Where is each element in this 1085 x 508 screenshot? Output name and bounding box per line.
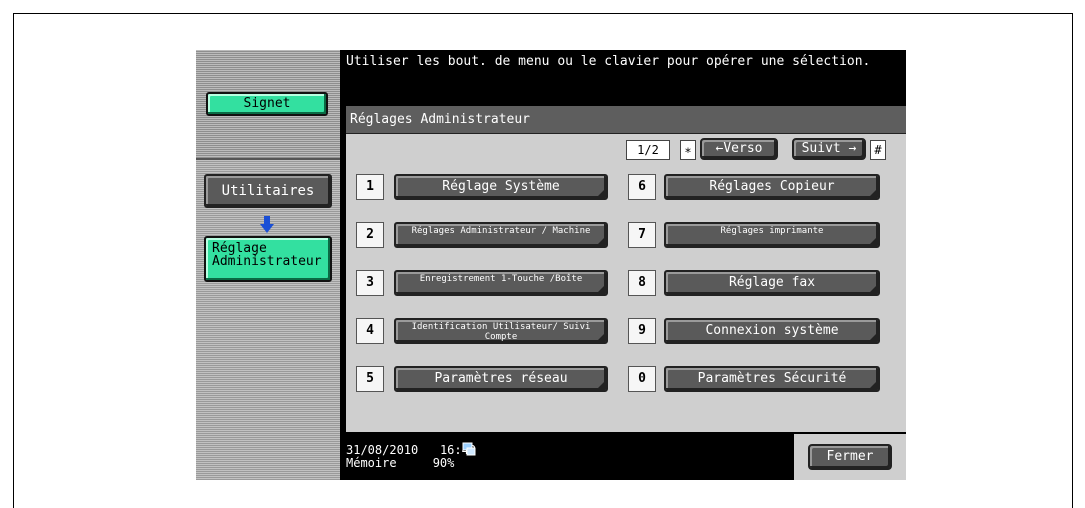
corner-mark xyxy=(597,237,605,245)
memory-value: 90% xyxy=(432,456,455,470)
menu-row: 7 Réglages imprimante xyxy=(628,222,884,248)
control-panel-screen: Signet Utilitaires Réglage Administrateu… xyxy=(196,50,906,480)
menu-label: Réglages imprimante xyxy=(720,226,824,236)
corner-mark xyxy=(869,237,877,245)
admin-settings-panel: Réglages Administrateur 1/2 ∗ ←Verso Sui… xyxy=(346,106,906,432)
corner-mark xyxy=(869,285,877,293)
menu-number: 2 xyxy=(356,222,384,248)
footer-area: Fermer xyxy=(794,434,906,480)
arrow-down-icon xyxy=(260,216,274,233)
menu-row: 3 Enregistrement 1-Touche /Boîte xyxy=(356,270,614,296)
star-key: ∗ xyxy=(680,140,696,160)
reglages-copieur-button[interactable]: Réglages Copieur xyxy=(664,174,880,200)
reglage-administrateur-button[interactable]: Réglage Administrateur xyxy=(204,236,332,282)
panel-body: 1/2 ∗ ←Verso Suivt → # 1 Réglage Système… xyxy=(346,134,906,432)
corner-mark xyxy=(597,285,605,293)
menu-label: Réglage Système xyxy=(442,179,560,194)
menu-label: Paramètres Sécurité xyxy=(697,371,847,386)
menu-number: 3 xyxy=(356,270,384,296)
parametres-reseau-button[interactable]: Paramètres réseau xyxy=(394,366,608,392)
menu-number: 0 xyxy=(628,366,656,392)
connexion-systeme-button[interactable]: Connexion système xyxy=(664,318,880,344)
menu-number: 7 xyxy=(628,222,656,248)
next-page-button[interactable]: Suivt → xyxy=(792,138,866,160)
fermer-button[interactable]: Fermer xyxy=(808,444,892,470)
network-icon xyxy=(462,442,476,456)
corner-mark xyxy=(869,189,877,197)
prev-page-button[interactable]: ←Verso xyxy=(700,138,778,160)
signet-button[interactable]: Signet xyxy=(206,92,328,116)
menu-row: 9 Connexion système xyxy=(628,318,884,344)
menu-number: 5 xyxy=(356,366,384,392)
menu-label: Enregistrement 1-Touche /Boîte xyxy=(419,274,583,284)
corner-mark xyxy=(597,333,605,341)
corner-mark xyxy=(597,189,605,197)
menu-number: 1 xyxy=(356,174,384,200)
status-date: 31/08/2010 xyxy=(346,443,419,457)
menu-row: 6 Réglages Copieur xyxy=(628,174,884,200)
admin-label-line2: Administrateur xyxy=(212,254,322,269)
parametres-securite-button[interactable]: Paramètres Sécurité xyxy=(664,366,880,392)
menu-row: 0 Paramètres Sécurité xyxy=(628,366,884,392)
hash-key: # xyxy=(870,140,886,160)
menu-number: 6 xyxy=(628,174,656,200)
menu-label: Connexion système xyxy=(705,323,839,338)
panel-title: Réglages Administrateur xyxy=(346,106,906,134)
menu-number: 9 xyxy=(628,318,656,344)
sidebar: Signet Utilitaires Réglage Administrateu… xyxy=(196,50,340,480)
page-indicator: 1/2 xyxy=(626,140,670,160)
reglages-imprimante-button[interactable]: Réglages imprimante xyxy=(664,222,880,248)
menu-number: 8 xyxy=(628,270,656,296)
menu-row: 4 Identification Utilisateur/ Suivi Comp… xyxy=(356,318,614,344)
corner-mark xyxy=(597,381,605,389)
menu-label: Réglage fax xyxy=(728,275,816,290)
menu-row: 2 Réglages Administrateur / Machine xyxy=(356,222,614,248)
reglage-fax-button[interactable]: Réglage fax xyxy=(664,270,880,296)
utilitaires-button[interactable]: Utilitaires xyxy=(204,174,332,208)
status-bar: 31/08/2010 16:42 Mémoire 90% xyxy=(346,442,476,470)
menu-row: 8 Réglage fax xyxy=(628,270,884,296)
menu-label: Paramètres réseau xyxy=(434,371,568,386)
menu-row: 1 Réglage Système xyxy=(356,174,614,200)
memory-label: Mémoire xyxy=(346,456,397,470)
menu-label: Réglages Copieur xyxy=(709,179,835,194)
menu-number: 4 xyxy=(356,318,384,344)
reglages-administrateur-machine-button[interactable]: Réglages Administrateur / Machine xyxy=(394,222,608,248)
corner-mark xyxy=(869,381,877,389)
enregistrement-1-touche-button[interactable]: Enregistrement 1-Touche /Boîte xyxy=(394,270,608,296)
instruction-message: Utiliser les bout. de menu ou le clavier… xyxy=(346,54,871,69)
corner-mark xyxy=(869,333,877,341)
menu-label: Identification Utilisateur/ Suivi Compte xyxy=(411,322,591,342)
menu-row: 5 Paramètres réseau xyxy=(356,366,614,392)
menu-grid: 1 Réglage Système 2 Réglages Administrat… xyxy=(346,174,894,420)
identification-utilisateur-button[interactable]: Identification Utilisateur/ Suivi Compte xyxy=(394,318,608,344)
menu-label: Réglages Administrateur / Machine xyxy=(411,226,591,236)
reglage-systeme-button[interactable]: Réglage Système xyxy=(394,174,608,200)
